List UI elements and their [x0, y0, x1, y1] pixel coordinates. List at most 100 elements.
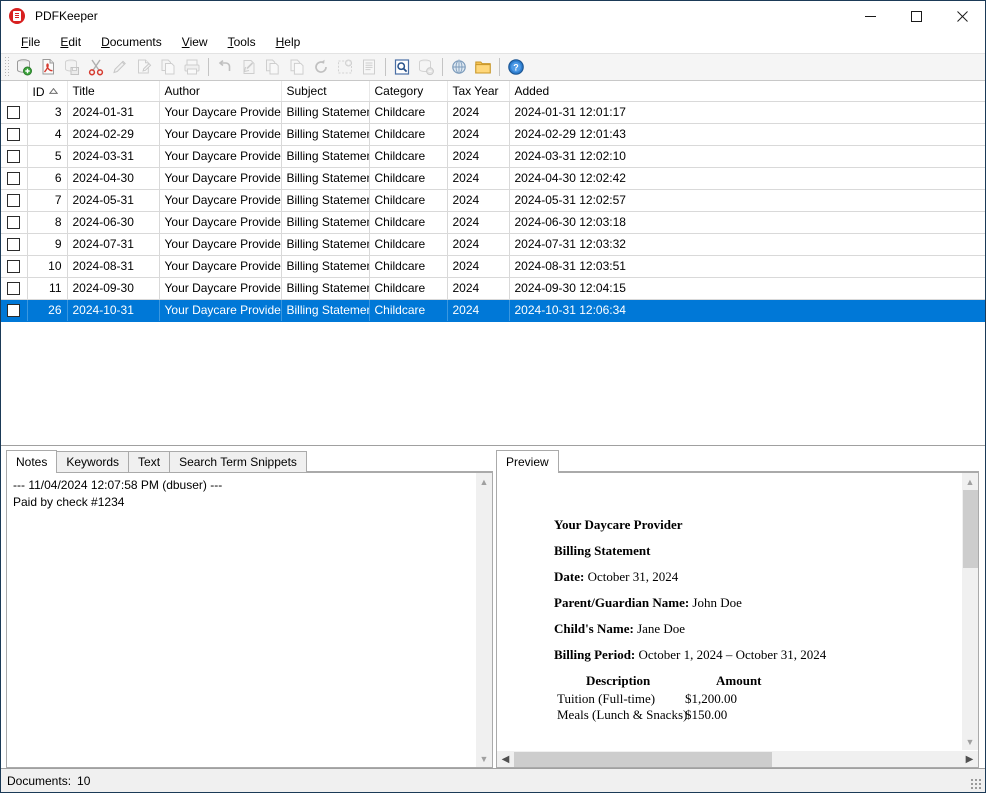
column-header-subject[interactable]: Subject	[280, 81, 369, 102]
row-checkbox-cell[interactable]	[1, 123, 28, 146]
row-checkbox[interactable]	[7, 128, 21, 142]
preview-horizontal-scrollbar[interactable]: ◀ ▶	[497, 750, 978, 767]
row-checkbox-cell[interactable]	[1, 277, 28, 300]
search-button[interactable]	[390, 55, 414, 79]
save-document-button[interactable]	[60, 55, 84, 79]
row-checkbox-cell[interactable]	[1, 145, 28, 168]
column-header-tax-year[interactable]: Tax Year	[446, 81, 509, 102]
preview-document-render[interactable]: Your Daycare Provider Billing Statement …	[497, 473, 961, 750]
column-header-author[interactable]: Author	[158, 81, 281, 102]
settings-button[interactable]	[447, 55, 471, 79]
row-checkbox[interactable]	[7, 216, 21, 230]
row-checkbox[interactable]	[7, 238, 21, 252]
column-header-title[interactable]: Title	[66, 81, 159, 102]
row-checkbox[interactable]	[7, 282, 21, 296]
preview-hscroll-track[interactable]	[514, 751, 961, 768]
table-row[interactable]: 7 2024-05-31 Your Daycare Provider Billing …	[1, 189, 985, 212]
edit-button[interactable]	[108, 55, 132, 79]
open-pdf-button[interactable]	[36, 55, 60, 79]
maximize-button[interactable]	[893, 1, 939, 31]
scroll-left-icon[interactable]: ◀	[497, 751, 514, 768]
print-button[interactable]	[180, 55, 204, 79]
column-header-category[interactable]: Category	[368, 81, 447, 102]
preview-scroll-track[interactable]	[962, 490, 979, 733]
document-list[interactable]: ID Title Author Subject Category Tax Yea…	[1, 81, 985, 445]
cell-title: 2024-06-30	[67, 211, 160, 234]
column-header-checkbox[interactable]	[1, 81, 27, 102]
table-row[interactable]: 3 2024-01-31 Your Daycare Provider Billing …	[1, 101, 985, 124]
notes-scroll-track[interactable]	[476, 490, 493, 750]
tab-keywords[interactable]: Keywords	[56, 451, 130, 472]
column-header-added[interactable]: Added	[508, 81, 985, 102]
row-checkbox[interactable]	[7, 172, 21, 186]
toolbar-grip[interactable]	[3, 57, 10, 77]
notes-textarea[interactable]: --- 11/04/2024 12:07:58 PM (dbuser) --- …	[7, 473, 475, 767]
copy-button[interactable]	[156, 55, 180, 79]
scroll-up-icon[interactable]: ▲	[962, 473, 979, 490]
row-checkbox-cell[interactable]	[1, 255, 28, 278]
tab-notes[interactable]: Notes	[6, 450, 58, 473]
menu-file[interactable]: File	[11, 32, 50, 52]
table-row[interactable]: 6 2024-04-30 Your Daycare Provider Billing …	[1, 167, 985, 190]
refresh-button[interactable]	[309, 55, 333, 79]
table-row[interactable]: 4 2024-02-29 Your Daycare Provider Billing …	[1, 123, 985, 146]
menu-view[interactable]: View	[172, 32, 218, 52]
notes-button[interactable]	[132, 55, 156, 79]
preview-hscroll-thumb[interactable]	[514, 751, 772, 767]
row-checkbox[interactable]	[7, 106, 21, 120]
table-row[interactable]: 8 2024-06-30 Your Daycare Provider Billing …	[1, 211, 985, 234]
text-view-button[interactable]	[357, 55, 381, 79]
tab-preview[interactable]: Preview	[496, 450, 559, 473]
delete-database-button[interactable]	[414, 55, 438, 79]
resize-grip-icon[interactable]	[970, 778, 982, 790]
row-checkbox[interactable]	[7, 304, 21, 318]
close-button[interactable]	[939, 1, 985, 31]
row-checkbox-cell[interactable]	[1, 189, 28, 212]
row-checkbox-cell[interactable]	[1, 101, 28, 124]
menu-edit[interactable]: Edit	[50, 32, 91, 52]
menu-tools[interactable]: Tools	[218, 32, 266, 52]
help-button[interactable]: ?	[504, 55, 528, 79]
row-checkbox-cell[interactable]	[1, 211, 28, 234]
cell-author: Your Daycare Provider	[159, 167, 282, 190]
menu-documents[interactable]: Documents	[91, 32, 172, 52]
status-documents-count: 10	[77, 773, 91, 788]
cell-author: Your Daycare Provider	[159, 233, 282, 256]
paste-button[interactable]	[285, 55, 309, 79]
cell-category: Childcare	[369, 299, 448, 322]
table-row[interactable]: 11 2024-09-30 Your Daycare Provider Billing…	[1, 277, 985, 300]
table-row[interactable]: 26 2024-10-31 Your Daycare Provider Billing…	[1, 299, 985, 322]
cell-subject: Billing Statement	[281, 101, 370, 124]
minimize-button[interactable]	[847, 1, 893, 31]
redo-button[interactable]	[237, 55, 261, 79]
row-checkbox-cell[interactable]	[1, 299, 28, 322]
column-header-id[interactable]: ID	[26, 81, 67, 102]
table-row[interactable]: 9 2024-07-31 Your Daycare Provider Billing …	[1, 233, 985, 256]
row-checkbox-cell[interactable]	[1, 233, 28, 256]
table-row[interactable]: 5 2024-03-31 Your Daycare Provider Billing …	[1, 145, 985, 168]
add-document-button[interactable]	[12, 55, 36, 79]
scroll-up-icon[interactable]: ▲	[476, 473, 493, 490]
new-window-button[interactable]	[333, 55, 357, 79]
row-checkbox[interactable]	[7, 260, 21, 274]
row-checkbox-cell[interactable]	[1, 167, 28, 190]
cut-button[interactable]	[84, 55, 108, 79]
row-checkbox[interactable]	[7, 194, 21, 208]
cell-author: Your Daycare Provider	[159, 299, 282, 322]
scroll-down-icon[interactable]: ▼	[962, 733, 979, 750]
menu-help[interactable]: Help	[266, 32, 311, 52]
open-folder-button[interactable]	[471, 55, 495, 79]
row-checkbox[interactable]	[7, 150, 21, 164]
duplicate-button[interactable]	[261, 55, 285, 79]
notes-vertical-scrollbar[interactable]: ▲ ▼	[475, 473, 492, 767]
scroll-right-icon[interactable]: ▶	[961, 751, 978, 768]
cell-title: 2024-03-31	[67, 145, 160, 168]
preview-scroll-thumb[interactable]	[962, 490, 978, 568]
tab-text[interactable]: Text	[128, 451, 171, 472]
preview-vertical-scrollbar[interactable]: ▲ ▼	[961, 473, 978, 750]
table-row[interactable]: 10 2024-08-31 Your Daycare Provider Billing…	[1, 255, 985, 278]
scroll-down-icon[interactable]: ▼	[476, 750, 493, 767]
tab-search-term-snippets[interactable]: Search Term Snippets	[169, 451, 307, 472]
undo-button[interactable]	[213, 55, 237, 79]
preview-period: Billing Period: October 1, 2024 – Octobe…	[554, 647, 961, 663]
